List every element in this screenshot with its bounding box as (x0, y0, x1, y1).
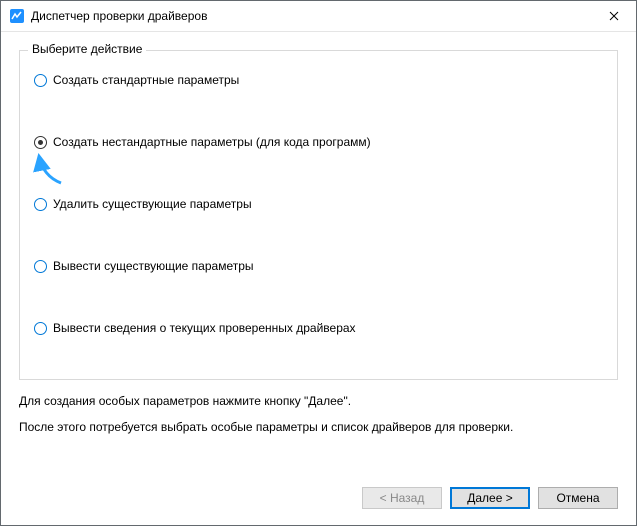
radio-label: Создать стандартные параметры (53, 73, 239, 87)
cancel-button[interactable]: Отмена (538, 487, 618, 509)
radio-create-standard[interactable]: Создать стандартные параметры (34, 73, 603, 87)
radio-label: Вывести существующие параметры (53, 259, 254, 273)
radio-show-verified-drivers[interactable]: Вывести сведения о текущих проверенных д… (34, 321, 603, 335)
radio-delete-existing[interactable]: Удалить существующие параметры (34, 197, 603, 211)
groupbox-legend: Выберите действие (28, 42, 146, 56)
action-groupbox: Выберите действие Создать стандартные па… (19, 50, 618, 380)
info-line-1: Для создания особых параметров нажмите к… (19, 394, 618, 408)
radio-icon (34, 260, 47, 273)
next-button[interactable]: Далее > (450, 487, 530, 509)
radio-show-existing[interactable]: Вывести существующие параметры (34, 259, 603, 273)
client-area: Выберите действие Создать стандартные па… (1, 32, 636, 525)
close-button[interactable] (591, 1, 636, 31)
window-title: Диспетчер проверки драйверов (31, 1, 591, 31)
close-icon (609, 11, 619, 21)
radio-icon (34, 136, 47, 149)
radio-icon (34, 74, 47, 87)
radio-label: Удалить существующие параметры (53, 197, 252, 211)
info-text: Для создания особых параметров нажмите к… (19, 394, 618, 434)
app-icon (9, 8, 25, 24)
radio-icon (34, 198, 47, 211)
radio-icon (34, 322, 47, 335)
radio-label: Создать нестандартные параметры (для код… (53, 135, 371, 149)
window-frame: Диспетчер проверки драйверов Выберите де… (0, 0, 637, 526)
radio-label: Вывести сведения о текущих проверенных д… (53, 321, 356, 335)
titlebar: Диспетчер проверки драйверов (1, 1, 636, 32)
wizard-buttons: < Назад Далее > Отмена (362, 487, 618, 509)
info-line-2: После этого потребуется выбрать особые п… (19, 420, 618, 434)
radio-create-custom[interactable]: Создать нестандартные параметры (для код… (34, 135, 603, 149)
back-button: < Назад (362, 487, 442, 509)
